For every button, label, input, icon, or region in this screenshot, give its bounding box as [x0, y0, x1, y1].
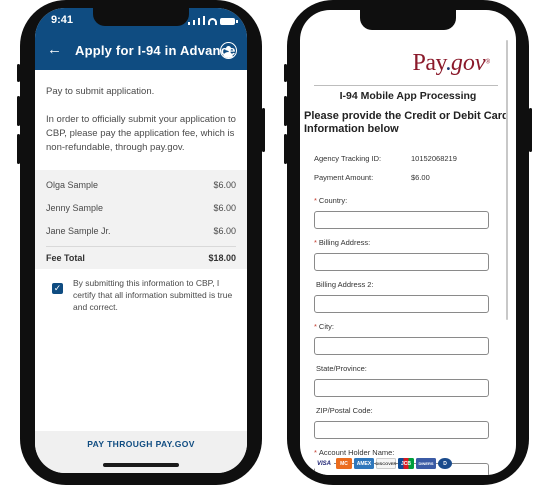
payment-amount-value: $6.00 [411, 173, 430, 182]
billing-address-2-label: Billing Address 2: [316, 280, 374, 289]
paygov-screen: Pay.gov® I-94 Mobile App Processing Plea… [300, 10, 516, 475]
card-form: Agency Tracking ID: 10152068219 Payment … [314, 149, 489, 475]
fee-name: Jenny Sample [46, 202, 104, 213]
fee-total-row: Fee Total $18.00 [46, 247, 236, 269]
city-input[interactable] [314, 337, 489, 355]
footer-bar: PAY THROUGH PAY.GOV [35, 431, 247, 473]
divider [314, 85, 498, 86]
table-row: Jane Sample Jr. $6.00 [46, 219, 236, 242]
table-row: Jenny Sample $6.00 [46, 196, 236, 219]
body-text: In order to officially submit your appli… [46, 114, 236, 153]
city-label: * City: [314, 322, 334, 331]
zip-code-input[interactable] [314, 421, 489, 439]
status-time: 9:41 [51, 14, 74, 26]
app-header: ← Apply for I-94 in Advance [35, 32, 247, 70]
fee-name: Jane Sample Jr. [46, 225, 111, 236]
certify-text: By submitting this information to CBP, I… [73, 278, 233, 312]
battery-icon [220, 18, 238, 25]
intro-text: Pay to submit application. [46, 86, 155, 97]
phone-frame-left: 9:41 ← Apply for I-94 in Advance Pay to … [17, 0, 265, 485]
paygov-logo: Pay.gov® [412, 50, 490, 76]
visa-logo: VISA [314, 458, 334, 469]
billing-address-2-input[interactable] [314, 295, 489, 313]
instruction-text: Please provide the Credit or Debit Card … [304, 110, 509, 135]
table-row: Olga Sample $6.00 [46, 170, 236, 196]
agency-tracking-label: Agency Tracking ID: [314, 154, 382, 163]
billing-address-label: * Billing Address: [314, 238, 371, 247]
fee-total-label: Fee Total [46, 253, 85, 263]
agency-tracking-value: 10152068219 [411, 154, 457, 163]
country-input[interactable] [314, 211, 489, 229]
app-screen: 9:41 ← Apply for I-94 in Advance Pay to … [35, 8, 247, 473]
processing-title: I-94 Mobile App Processing [339, 90, 477, 102]
state-province-label: State/Province: [316, 364, 367, 373]
certify-section: ✓ By submitting this information to CBP,… [35, 269, 247, 313]
discover-logo: DISCOVER [376, 458, 396, 469]
card-brand-logos: VISA MC AMEX DISCOVER JCB DINERS D [314, 458, 452, 469]
jcb-logo: JCB [398, 458, 414, 469]
fee-total-amount: $18.00 [208, 253, 236, 263]
home-indicator[interactable] [103, 463, 179, 467]
payment-amount-label: Payment Amount: [314, 173, 374, 182]
discover-network-logo: D [438, 458, 452, 469]
phone-frame-right: Pay.gov® I-94 Mobile App Processing Plea… [284, 0, 532, 485]
fee-amount: $6.00 [213, 225, 236, 236]
payment-summary: Pay to submit application. In order to o… [35, 70, 247, 313]
fee-amount: $6.00 [213, 179, 236, 190]
wifi-icon [208, 18, 217, 25]
signal-icon [188, 22, 190, 25]
fee-name: Olga Sample [46, 179, 99, 190]
fee-amount: $6.00 [213, 202, 236, 213]
user-account-icon[interactable] [220, 42, 237, 59]
agency-tracking-row: Agency Tracking ID: 10152068219 [314, 149, 489, 168]
billing-address-input[interactable] [314, 253, 489, 271]
page-title: Apply for I-94 in Advance [75, 43, 236, 58]
zip-code-label: ZIP/Postal Code: [316, 406, 373, 415]
payment-amount-row: Payment Amount: $6.00 [314, 168, 489, 187]
country-label: * Country: [314, 196, 348, 205]
mastercard-logo: MC [336, 458, 352, 469]
amex-logo: AMEX [354, 458, 374, 469]
fee-table: Olga Sample $6.00 Jenny Sample $6.00 Jan… [35, 170, 247, 269]
back-arrow-icon[interactable]: ← [47, 41, 62, 58]
certify-checkbox[interactable]: ✓ [52, 283, 63, 294]
state-province-input[interactable] [314, 379, 489, 397]
diners-logo: DINERS [416, 458, 436, 469]
phone-notch [93, 8, 189, 26]
scrollbar[interactable] [506, 40, 508, 320]
pay-through-paygov-button[interactable]: PAY THROUGH PAY.GOV [87, 439, 195, 449]
phone-notch [360, 10, 456, 30]
